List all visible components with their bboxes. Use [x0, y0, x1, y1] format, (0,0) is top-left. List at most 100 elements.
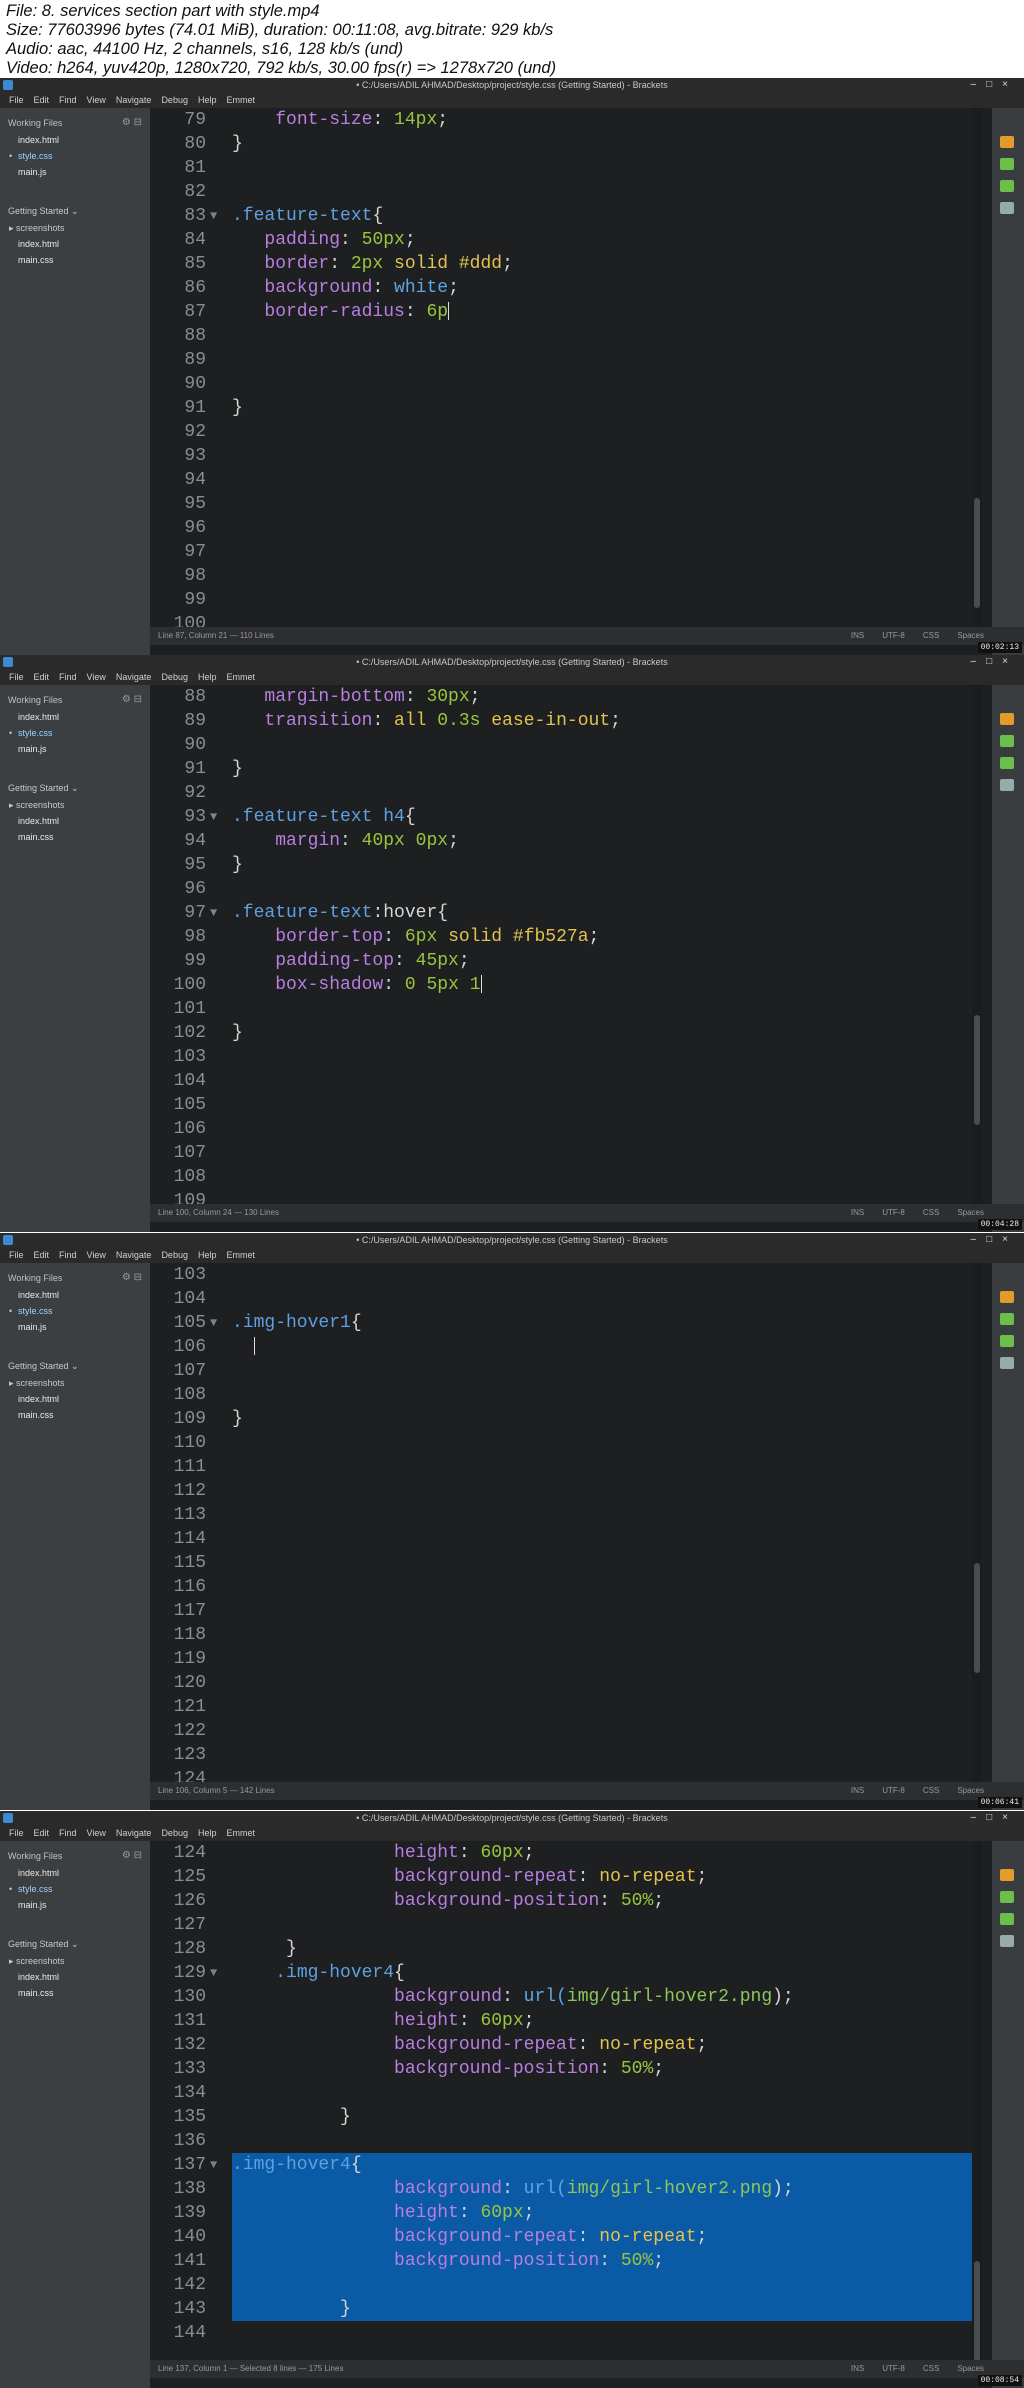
- project-tree-item[interactable]: ▸ screenshots: [0, 1953, 150, 1969]
- extension-manager-icon[interactable]: [1000, 158, 1014, 170]
- menu-help[interactable]: Help: [193, 1825, 222, 1841]
- live-preview-icon[interactable]: [1000, 136, 1014, 148]
- menu-find[interactable]: Find: [54, 1247, 82, 1263]
- maximize-button[interactable]: □: [986, 1812, 1002, 1823]
- search-icon[interactable]: [1000, 779, 1014, 791]
- working-file-item[interactable]: main.js: [0, 741, 150, 757]
- scrollbar-thumb[interactable]: [974, 2261, 980, 2371]
- menu-view[interactable]: View: [82, 669, 111, 685]
- menu-edit[interactable]: Edit: [29, 1247, 55, 1263]
- menu-help[interactable]: Help: [193, 92, 222, 108]
- insert-mode[interactable]: INS: [851, 627, 864, 645]
- menu-navigate[interactable]: Navigate: [111, 669, 157, 685]
- fold-toggle-icon[interactable]: ▼: [210, 2153, 217, 2177]
- code-editor[interactable]: 88 margin-bottom: 30px; 89 transition: al…: [150, 685, 992, 1204]
- encoding-select[interactable]: UTF-8: [882, 1204, 905, 1222]
- vertical-scrollbar[interactable]: [972, 685, 982, 1204]
- gear-icon[interactable]: ⚙ ⊟: [122, 1269, 142, 1287]
- encoding-select[interactable]: UTF-8: [882, 627, 905, 645]
- vertical-scrollbar[interactable]: [972, 1841, 982, 2371]
- working-file-item[interactable]: main.js: [0, 1897, 150, 1913]
- search-icon[interactable]: [1000, 202, 1014, 214]
- fold-toggle-icon[interactable]: ▼: [210, 204, 217, 228]
- working-file-item[interactable]: index.html: [0, 709, 150, 725]
- encoding-select[interactable]: UTF-8: [882, 1782, 905, 1800]
- fold-toggle-icon[interactable]: ▼: [210, 1311, 217, 1335]
- menu-find[interactable]: Find: [54, 92, 82, 108]
- menu-find[interactable]: Find: [54, 669, 82, 685]
- working-file-item[interactable]: main.js: [0, 1319, 150, 1335]
- project-tree-item[interactable]: index.html: [0, 236, 150, 252]
- menu-navigate[interactable]: Navigate: [111, 1247, 157, 1263]
- search-icon[interactable]: [1000, 1935, 1014, 1947]
- project-dropdown[interactable]: Getting Started ⌄: [0, 1357, 150, 1375]
- project-tree-item[interactable]: index.html: [0, 813, 150, 829]
- minimize-button[interactable]: –: [971, 656, 987, 667]
- insert-mode[interactable]: INS: [851, 1782, 864, 1800]
- encoding-select[interactable]: UTF-8: [882, 2360, 905, 2378]
- maximize-button[interactable]: □: [986, 1234, 1002, 1245]
- code-editor[interactable]: 79 font-size: 14px; 80} 81 82 83 ▼ .feature-te…: [150, 108, 992, 627]
- fold-toggle-icon[interactable]: ▼: [210, 901, 217, 925]
- extension-manager-icon[interactable]: [1000, 735, 1014, 747]
- menu-edit[interactable]: Edit: [29, 92, 55, 108]
- minimize-button[interactable]: –: [971, 1812, 987, 1823]
- working-file-item[interactable]: main.js: [0, 164, 150, 180]
- project-tree-item[interactable]: ▸ screenshots: [0, 797, 150, 813]
- project-tree-item[interactable]: main.css: [0, 829, 150, 845]
- project-dropdown[interactable]: Getting Started ⌄: [0, 779, 150, 797]
- menu-edit[interactable]: Edit: [29, 1825, 55, 1841]
- gear-icon[interactable]: ⚙ ⊟: [122, 114, 142, 132]
- project-tree-item[interactable]: ▸ screenshots: [0, 1375, 150, 1391]
- gear-icon[interactable]: ⚙ ⊟: [122, 1847, 142, 1865]
- menu-emmet[interactable]: Emmet: [221, 1825, 260, 1841]
- extract-icon[interactable]: [1000, 180, 1014, 192]
- menu-file[interactable]: File: [4, 1247, 29, 1263]
- menu-help[interactable]: Help: [193, 1247, 222, 1263]
- menu-edit[interactable]: Edit: [29, 669, 55, 685]
- insert-mode[interactable]: INS: [851, 1204, 864, 1222]
- language-select[interactable]: CSS: [923, 627, 939, 645]
- scrollbar-thumb[interactable]: [974, 1563, 980, 1673]
- menu-debug[interactable]: Debug: [156, 1247, 193, 1263]
- working-file-item[interactable]: style.css: [0, 1303, 150, 1319]
- menu-emmet[interactable]: Emmet: [221, 1247, 260, 1263]
- insert-mode[interactable]: INS: [851, 2360, 864, 2378]
- language-select[interactable]: CSS: [923, 2360, 939, 2378]
- live-preview-icon[interactable]: [1000, 1291, 1014, 1303]
- project-dropdown[interactable]: Getting Started ⌄: [0, 202, 150, 220]
- close-button[interactable]: ×: [1002, 656, 1018, 667]
- maximize-button[interactable]: □: [986, 79, 1002, 90]
- live-preview-icon[interactable]: [1000, 1869, 1014, 1881]
- scrollbar-thumb[interactable]: [974, 1015, 980, 1125]
- project-tree-item[interactable]: index.html: [0, 1391, 150, 1407]
- working-file-item[interactable]: style.css: [0, 725, 150, 741]
- project-tree-item[interactable]: main.css: [0, 252, 150, 268]
- search-icon[interactable]: [1000, 1357, 1014, 1369]
- menu-debug[interactable]: Debug: [156, 92, 193, 108]
- extension-manager-icon[interactable]: [1000, 1891, 1014, 1903]
- menu-emmet[interactable]: Emmet: [221, 669, 260, 685]
- menu-navigate[interactable]: Navigate: [111, 92, 157, 108]
- project-tree-item[interactable]: main.css: [0, 1407, 150, 1423]
- working-file-item[interactable]: index.html: [0, 1287, 150, 1303]
- project-dropdown[interactable]: Getting Started ⌄: [0, 1935, 150, 1953]
- scrollbar-thumb[interactable]: [974, 498, 980, 608]
- menu-find[interactable]: Find: [54, 1825, 82, 1841]
- vertical-scrollbar[interactable]: [972, 1263, 982, 1782]
- menu-emmet[interactable]: Emmet: [221, 92, 260, 108]
- menu-debug[interactable]: Debug: [156, 1825, 193, 1841]
- menu-help[interactable]: Help: [193, 669, 222, 685]
- extract-icon[interactable]: [1000, 757, 1014, 769]
- menu-view[interactable]: View: [82, 1825, 111, 1841]
- close-button[interactable]: ×: [1002, 1234, 1018, 1245]
- extension-manager-icon[interactable]: [1000, 1313, 1014, 1325]
- close-button[interactable]: ×: [1002, 1812, 1018, 1823]
- project-tree-item[interactable]: ▸ screenshots: [0, 220, 150, 236]
- live-preview-icon[interactable]: [1000, 713, 1014, 725]
- menu-navigate[interactable]: Navigate: [111, 1825, 157, 1841]
- minimize-button[interactable]: –: [971, 1234, 987, 1245]
- maximize-button[interactable]: □: [986, 656, 1002, 667]
- language-select[interactable]: CSS: [923, 1204, 939, 1222]
- vertical-scrollbar[interactable]: [972, 108, 982, 627]
